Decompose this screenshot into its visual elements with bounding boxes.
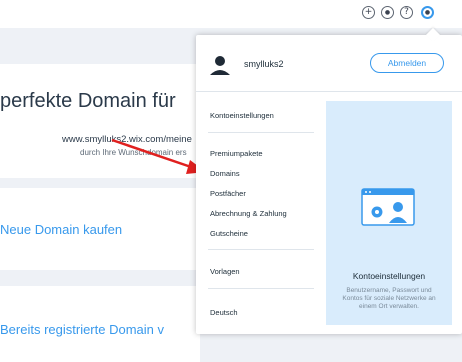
top-bar: + ● ? ● <box>0 0 462 28</box>
account-dropdown: smylluks2 Abmelden Kontoeinstellungen Pr… <box>196 27 462 334</box>
menu-item-language[interactable]: Deutsch <box>210 308 238 317</box>
plus-icon[interactable]: + <box>362 6 375 19</box>
user-avatar-icon <box>210 56 230 75</box>
user-icon[interactable]: ● <box>421 6 434 19</box>
account-settings-illustration-icon <box>361 188 415 226</box>
divider <box>196 91 462 92</box>
menu-item-abrechnung[interactable]: Abrechnung & Zahlung <box>210 209 287 218</box>
help-icon[interactable]: ? <box>400 6 413 19</box>
bell-icon[interactable]: ● <box>381 6 394 19</box>
divider <box>208 288 314 289</box>
buy-domain-card[interactable]: Neue Domain kaufen <box>0 188 200 270</box>
username: smylluks2 <box>244 59 284 69</box>
logout-button[interactable]: Abmelden <box>370 53 444 73</box>
divider <box>208 249 314 250</box>
menu-item-vorlagen[interactable]: Vorlagen <box>210 267 240 276</box>
panel-title: Kontoeinstellungen <box>352 271 426 281</box>
hero-title: perfekte Domain für <box>0 90 176 112</box>
menu-item-gutscheine[interactable]: Gutscheine <box>210 229 248 238</box>
menu-item-premiumpakete[interactable]: Premiumpakete <box>210 149 263 158</box>
divider <box>208 132 314 133</box>
connect-domain-link[interactable]: Bereits registrierte Domain v <box>0 322 164 337</box>
buy-domain-link[interactable]: Neue Domain kaufen <box>0 222 122 237</box>
menu-item-kontoeinstellungen[interactable]: Kontoeinstellungen <box>210 111 274 120</box>
connect-domain-card[interactable]: Bereits registrierte Domain v <box>0 286 200 362</box>
account-settings-panel: Kontoeinstellungen Benutzername, Passwor… <box>326 101 452 325</box>
menu-item-domains[interactable]: Domains <box>210 169 240 178</box>
menu-item-postfaecher[interactable]: Postfächer <box>210 189 246 198</box>
panel-description: Benutzername, Passwort und Kontos für so… <box>342 287 436 310</box>
red-arrow-annotation <box>111 138 206 174</box>
